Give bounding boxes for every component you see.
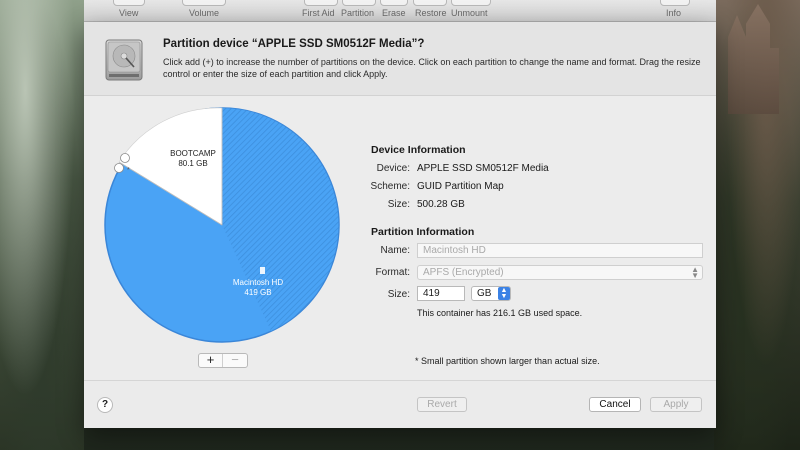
partition-size-key: Size: [387, 289, 410, 300]
resize-handle-1[interactable] [120, 153, 130, 163]
toolbar-label-info: Info [666, 8, 682, 18]
sheet-description: Click add (+) to increase the number of … [163, 57, 701, 79]
device-information-title: Device Information [371, 144, 466, 156]
scheme-key: Scheme: [370, 181, 410, 192]
view-button[interactable] [113, 0, 145, 6]
sheet-title: Partition device “APPLE SSD SM0512F Medi… [163, 38, 425, 50]
select-arrows-icon: ▲ ▼ [691, 265, 699, 280]
size-key: Size: [387, 199, 410, 210]
name-key: Name: [380, 245, 410, 256]
partition-doc-icon [260, 267, 265, 274]
toolbar-label-partition: Partition [341, 8, 375, 18]
format-select-value: APFS (Encrypted) [423, 267, 504, 278]
bootcamp-label: BOOTCAMP 80.1 GB [158, 149, 228, 169]
unmount-button[interactable] [451, 0, 491, 6]
bootcamp-size: 80.1 GB [178, 159, 208, 168]
device-key: Device: [376, 163, 410, 174]
apply-button[interactable]: Apply [650, 397, 702, 412]
small-partition-asterisk: * [127, 167, 130, 174]
help-button[interactable]: ? [97, 397, 113, 413]
size-unit-select[interactable]: GB ▲ ▼ [471, 286, 511, 301]
toolbar-label-unmount: Unmount [451, 8, 488, 18]
bootcamp-name: BOOTCAMP [170, 149, 216, 158]
remove-partition-button[interactable]: − [223, 353, 247, 367]
revert-button[interactable]: Revert [417, 397, 467, 412]
partition-pie-chart[interactable]: * BOOTCAMP 80.1 GB Macintosh HD 419 GB [103, 106, 341, 344]
resize-handle-2[interactable] [114, 163, 124, 173]
toolbar: View Volume First Aid Partition Erase Re… [84, 0, 716, 22]
partition-information-title: Partition Information [371, 226, 475, 238]
scheme-value: GUID Partition Map [417, 181, 504, 192]
macintosh-hd-label: Macintosh HD 419 GB [218, 278, 298, 298]
size-unit-value: GB [477, 288, 492, 299]
macintosh-hd-name: Macintosh HD [232, 278, 284, 287]
macintosh-hd-size: 419 GB [244, 288, 272, 297]
add-remove-partition-control: + − [198, 353, 248, 368]
first-aid-button[interactable] [304, 0, 338, 6]
partition-pie-svg: * [104, 107, 340, 343]
toolbar-label-volume: Volume [189, 8, 220, 18]
erase-button[interactable] [380, 0, 408, 6]
format-key: Format: [375, 267, 410, 278]
partition-button[interactable] [342, 0, 376, 6]
size-value: 500.28 GB [417, 199, 465, 210]
partition-sheet: Partition device “APPLE SSD SM0512F Medi… [84, 22, 716, 428]
sheet-header: Partition device “APPLE SSD SM0512F Medi… [84, 22, 716, 96]
unit-stepper-icon: ▲ ▼ [498, 287, 510, 300]
cancel-button[interactable]: Cancel [589, 397, 641, 412]
device-value: APPLE SSD SM0512F Media [417, 163, 549, 174]
hard-disk-icon [105, 39, 143, 81]
partition-name-field[interactable]: Macintosh HD [417, 243, 703, 258]
volume-button[interactable] [182, 0, 226, 6]
castle-image [728, 4, 779, 114]
toolbar-label-view: View [119, 8, 139, 18]
add-partition-button[interactable]: + [199, 353, 224, 367]
small-partition-note: * Small partition shown larger than actu… [415, 356, 600, 366]
desktop-background-right [714, 0, 800, 450]
format-select[interactable]: APFS (Encrypted) ▲ ▼ [417, 265, 703, 280]
toolbar-label-erase: Erase [382, 8, 406, 18]
partition-size-field[interactable]: 419 [417, 286, 465, 301]
restore-button[interactable] [413, 0, 447, 6]
info-button[interactable] [660, 0, 690, 6]
used-space-note: This container has 216.1 GB used space. [417, 308, 583, 318]
toolbar-label-first-aid: First Aid [302, 8, 335, 18]
desktop-background-left [0, 0, 84, 450]
toolbar-label-restore: Restore [415, 8, 447, 18]
